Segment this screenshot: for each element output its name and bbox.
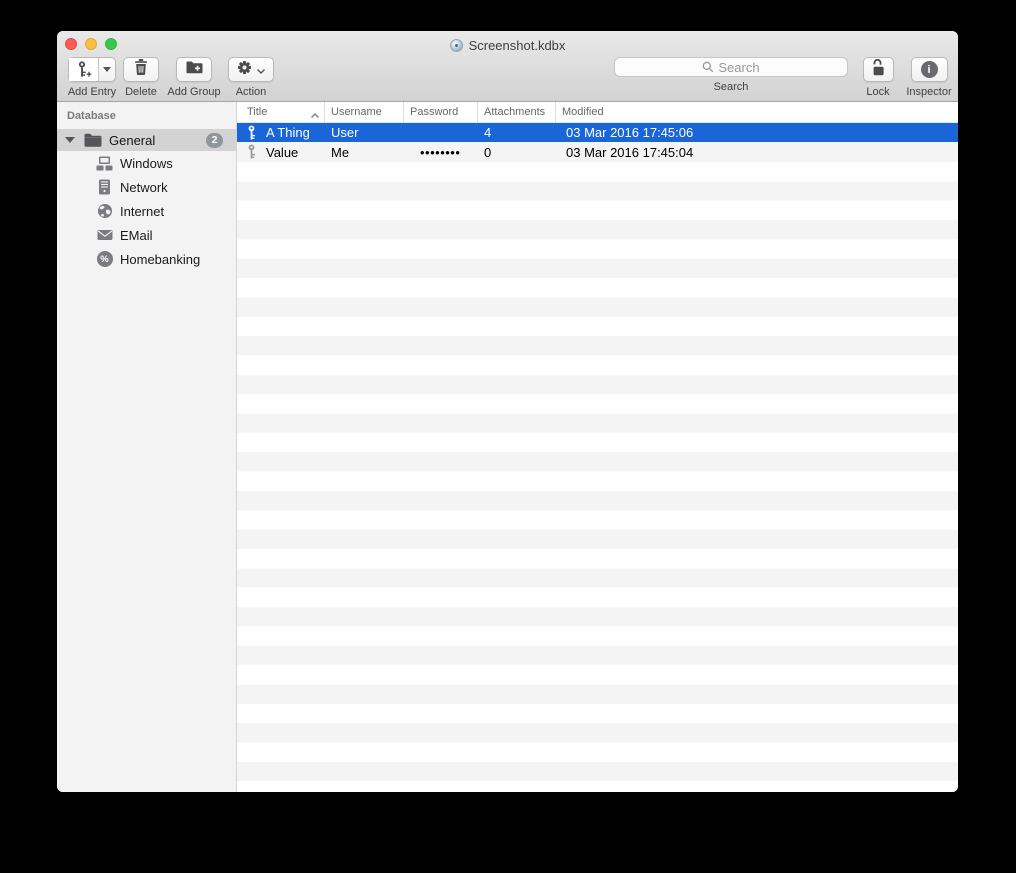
- column-header-attachments[interactable]: Attachments: [478, 102, 556, 122]
- envelope-icon: [96, 229, 113, 241]
- add-group-toolitem: Add Group: [164, 57, 224, 98]
- sidebar-item-network[interactable]: Network: [57, 175, 236, 199]
- column-header-password[interactable]: Password: [404, 102, 478, 122]
- gear-icon: [237, 60, 252, 80]
- add-entry-label: Add Entry: [67, 86, 117, 98]
- entry-title: A Thing: [266, 125, 310, 141]
- info-circle-icon: i: [920, 61, 938, 78]
- document-icon: [449, 38, 463, 52]
- sidebar-item-windows[interactable]: Windows: [57, 151, 236, 175]
- action-toolitem: Action: [227, 57, 275, 98]
- search-toolitem: Search Search: [613, 57, 849, 93]
- search-input[interactable]: [614, 57, 848, 77]
- entry-count-badge: 2: [206, 132, 223, 148]
- window-title: Screenshot.kdbx: [57, 37, 958, 53]
- entry-row[interactable]: Value Me •••••••• 0 03 Mar 2016 17:45:04: [237, 142, 958, 162]
- add-group-button[interactable]: [176, 57, 212, 82]
- entry-title: Value: [266, 144, 299, 160]
- search-label: Search: [713, 81, 749, 93]
- add-entry-dropdown[interactable]: [98, 58, 115, 81]
- sidebar-item-homebanking[interactable]: % Homebanking: [57, 247, 236, 271]
- lock-button[interactable]: [862, 57, 894, 82]
- chevron-down-icon: [257, 61, 265, 79]
- inspector-label: Inspector: [906, 86, 952, 98]
- action-label: Action: [235, 86, 267, 98]
- inspector-toolitem: i Inspector: [902, 57, 956, 98]
- lock-label: Lock: [866, 86, 890, 98]
- sidebar-item-internet[interactable]: Internet: [57, 199, 236, 223]
- add-entry-button[interactable]: [68, 57, 116, 82]
- sidebar-item-label: General: [109, 132, 156, 148]
- inspector-button[interactable]: i: [910, 57, 948, 82]
- delete-label: Delete: [125, 86, 157, 98]
- percent-icon: %: [96, 251, 113, 267]
- dropdown-arrow-icon: [103, 67, 111, 72]
- entry-modified: 03 Mar 2016 17:45:06: [566, 125, 694, 141]
- entry-row-selected[interactable]: A Thing User 4 03 Mar 2016 17:45:06: [237, 123, 958, 143]
- server-icon: [96, 179, 113, 195]
- content-area: Database General 2 Windows Network Inter…: [57, 102, 958, 792]
- windows-icon: [96, 156, 113, 171]
- entry-username: Me: [331, 144, 350, 160]
- key-plus-icon[interactable]: [69, 58, 98, 81]
- folder-plus-icon: [186, 60, 203, 79]
- entry-password: ••••••••: [420, 144, 461, 160]
- folder-icon: [84, 133, 102, 147]
- window-title-text: Screenshot.kdbx: [468, 37, 566, 53]
- trash-icon: [134, 59, 148, 80]
- globe-icon: [96, 203, 113, 219]
- entry-modified: 03 Mar 2016 17:45:04: [566, 144, 694, 160]
- lock-toolitem: Lock: [856, 57, 900, 98]
- sidebar-item-email[interactable]: EMail: [57, 223, 236, 247]
- table-stripes: [237, 161, 958, 792]
- column-header-username[interactable]: Username: [325, 102, 404, 122]
- sidebar: Database General 2 Windows Network Inter…: [57, 102, 237, 792]
- column-header-title[interactable]: Title: [237, 102, 325, 122]
- titlebar-toolbar: Screenshot.kdbx Add Entry Delete Add Gro…: [57, 31, 958, 102]
- column-header-modified[interactable]: Modified: [556, 102, 958, 122]
- sidebar-item-general[interactable]: General 2: [57, 129, 236, 151]
- disclosure-triangle-icon[interactable]: [65, 137, 75, 143]
- app-window: Screenshot.kdbx Add Entry Delete Add Gro…: [57, 31, 958, 792]
- table-header: Title Username Password Attachments Modi…: [237, 102, 958, 123]
- key-icon: [246, 144, 257, 160]
- sidebar-section-header: Database: [67, 110, 116, 122]
- entry-username: User: [331, 125, 359, 141]
- add-entry-toolitem: Add Entry: [65, 57, 119, 98]
- sort-ascending-icon: [311, 109, 319, 121]
- entry-attachments: 0: [484, 144, 492, 160]
- key-icon: [246, 125, 257, 141]
- entry-attachments: 4: [484, 125, 492, 141]
- add-group-label: Add Group: [167, 86, 221, 98]
- delete-toolitem: Delete: [121, 57, 161, 98]
- entry-table: Title Username Password Attachments Modi…: [237, 102, 958, 792]
- unlock-icon: [871, 58, 886, 81]
- delete-button[interactable]: [123, 57, 159, 82]
- action-button[interactable]: [228, 57, 274, 82]
